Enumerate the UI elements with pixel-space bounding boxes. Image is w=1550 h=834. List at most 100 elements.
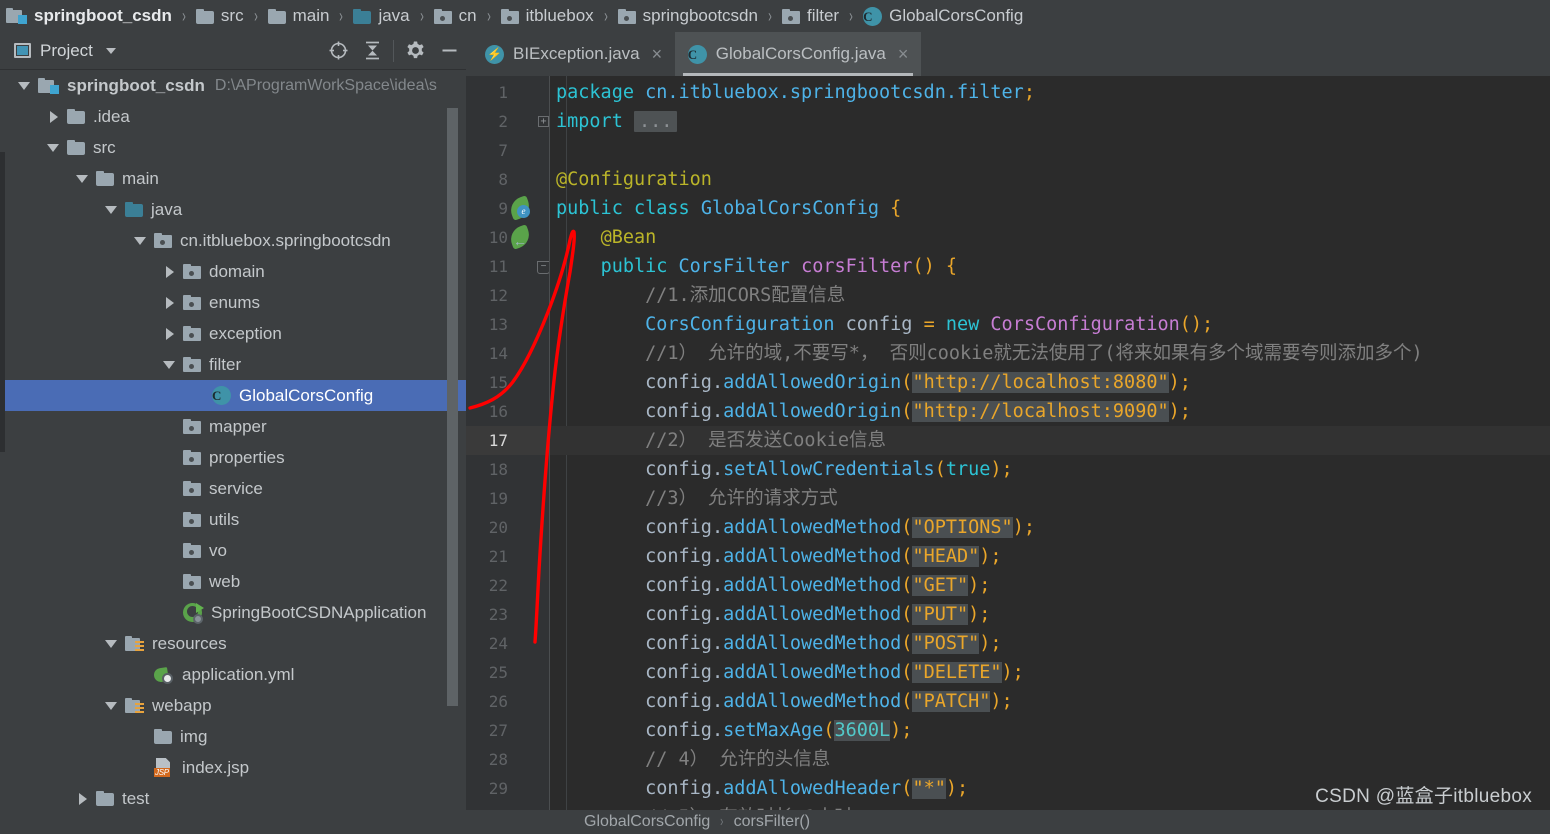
breadcrumb-item-main[interactable]: main xyxy=(267,0,329,32)
chevron-right-icon[interactable] xyxy=(47,110,60,123)
tree-item-cn-itbluebox-springbootcsdn[interactable]: cn.itbluebox.springbootcsdn xyxy=(0,225,466,256)
line-number: 17 xyxy=(488,431,508,450)
tree-item-icon xyxy=(154,666,174,684)
package-icon xyxy=(781,8,800,24)
tree-item-web[interactable]: web xyxy=(0,566,466,597)
breadcrumb-item-src[interactable]: src xyxy=(195,0,244,32)
tree-item-label: utils xyxy=(209,509,240,529)
tree-item-domain[interactable]: domain xyxy=(0,256,466,287)
tree-item-img[interactable]: img xyxy=(0,721,466,752)
tree-item-icon: C xyxy=(212,386,231,405)
chevron-down-icon[interactable] xyxy=(105,699,118,712)
chevron-right-icon[interactable] xyxy=(76,792,89,805)
tree-item-properties[interactable]: properties xyxy=(0,442,466,473)
tree-item-java[interactable]: java xyxy=(0,194,466,225)
breadcrumb-item-filter[interactable]: filter xyxy=(781,0,839,32)
status-breadcrumb-item[interactable]: GlobalCorsConfig xyxy=(584,813,710,831)
line-number: 10 xyxy=(488,228,508,247)
fold-expand-icon[interactable]: + xyxy=(538,116,549,127)
project-tree-scrollbar[interactable] xyxy=(447,108,458,706)
tree-item-globalcorsconfig[interactable]: C GlobalCorsConfig xyxy=(0,380,466,411)
tree-item-utils[interactable]: utils xyxy=(0,504,466,535)
breadcrumb-item-cn[interactable]: cn xyxy=(433,0,477,32)
breadcrumb-item-java[interactable]: java xyxy=(353,0,410,32)
chevron-down-icon[interactable] xyxy=(163,358,176,371)
tree-item-springbootcsdnapplication[interactable]: SpringBootCSDNApplication xyxy=(0,597,466,628)
tree-item-label: test xyxy=(122,788,150,808)
chevron-right-icon[interactable] xyxy=(163,296,176,309)
package-icon xyxy=(183,574,201,589)
tree-item-index-jsp[interactable]: JSP index.jsp xyxy=(0,752,466,783)
tree-item-label: service xyxy=(209,478,263,498)
tree-item-application-yml[interactable]: application.yml xyxy=(0,659,466,690)
close-icon[interactable]: × xyxy=(652,45,663,63)
source-folder-icon xyxy=(125,202,143,217)
chevron-right-icon[interactable] xyxy=(163,327,176,340)
tree-item-test[interactable]: test xyxy=(0,783,466,814)
editor-gutter[interactable]: 1 2 7 8 9 10 11 12 13 14 15 16 17 18 19 20 21 22 23 24 25 26 2… xyxy=(466,76,550,834)
tree-item-filter[interactable]: filter xyxy=(0,349,466,380)
editor-status-breadcrumb[interactable]: GlobalCorsConfig › corsFilter() xyxy=(466,810,1550,834)
tree-item-exception[interactable]: exception xyxy=(0,318,466,349)
line-number: 15 xyxy=(488,373,508,392)
tree-item-label: resources xyxy=(152,633,227,653)
tree-item-webapp[interactable]: webapp xyxy=(0,690,466,721)
line-number: 20 xyxy=(488,518,508,537)
package-icon xyxy=(183,543,201,558)
code-editor[interactable]: 1 2 7 8 9 10 11 12 13 14 15 16 17 18 19 20 21 22 23 24 25 26 2… xyxy=(466,76,1550,834)
tree-item-label: web xyxy=(209,571,241,591)
folder-icon xyxy=(67,140,85,155)
tab-globalcorsconfig[interactable]: C GlobalCorsConfig.java × xyxy=(674,32,922,76)
tree-item-mapper[interactable]: mapper xyxy=(0,411,466,442)
breadcrumb-item-springbootcsdn[interactable]: springbootcsdn xyxy=(617,0,758,32)
chevron-down-icon[interactable] xyxy=(18,79,31,92)
chevron-right-icon[interactable] xyxy=(163,265,176,278)
close-icon[interactable]: × xyxy=(898,45,909,63)
line-number: 7 xyxy=(498,141,508,160)
tree-item-src[interactable]: src xyxy=(0,132,466,163)
breadcrumb-item-springboot-csdn[interactable]: springboot_csdn xyxy=(6,0,172,32)
code-line: config.setMaxAge(3600L); xyxy=(645,720,913,741)
chevron-down-icon[interactable] xyxy=(105,637,118,650)
crosshair-icon xyxy=(329,41,347,60)
status-breadcrumb-item[interactable]: corsFilter() xyxy=(734,813,810,831)
chevron-down-icon[interactable] xyxy=(105,47,116,54)
folder-icon xyxy=(96,791,114,806)
breadcrumb-separator: › xyxy=(849,6,853,26)
hide-panel-button[interactable] xyxy=(432,32,466,70)
spring-bean-gutter-icon[interactable]: e xyxy=(507,195,533,221)
breadcrumb-item-label: GlobalCorsConfig xyxy=(889,6,1024,25)
tree-item-label: java xyxy=(151,199,183,219)
tab-biexception[interactable]: BIException.java × xyxy=(472,32,675,76)
code-line: // 4） 允许的头信息 xyxy=(645,749,831,770)
code-line: config.addAllowedMethod("PUT"); xyxy=(645,604,991,625)
breadcrumb-item-globalcorsconfig[interactable]: C GlobalCorsConfig xyxy=(863,0,1023,32)
tree-item-icon xyxy=(183,264,201,279)
tree-item-springboot-csdn[interactable]: springboot_csdn D:\AProgramWorkSpace\idea… xyxy=(0,70,466,101)
chevron-down-icon[interactable] xyxy=(105,203,118,216)
breadcrumb-item-itbluebox[interactable]: itbluebox xyxy=(500,0,594,32)
spring-bean-navigate-gutter-icon[interactable]: ← xyxy=(507,224,533,250)
collapse-all-button[interactable] xyxy=(355,32,389,70)
tree-item-resources[interactable]: resources xyxy=(0,628,466,659)
tree-item-main[interactable]: main xyxy=(0,163,466,194)
chevron-down-icon[interactable] xyxy=(134,234,147,247)
locate-button[interactable] xyxy=(321,32,355,70)
settings-button[interactable] xyxy=(398,32,432,70)
tree-item-label: application.yml xyxy=(182,664,295,684)
tree-item-service[interactable]: service xyxy=(0,473,466,504)
tree-item-enums[interactable]: enums xyxy=(0,287,466,318)
project-panel-title: Project xyxy=(40,40,93,60)
chevron-down-icon[interactable] xyxy=(47,141,60,154)
project-tree[interactable]: springboot_csdn D:\AProgramWorkSpace\idea… xyxy=(0,70,466,834)
chevron-down-icon[interactable] xyxy=(76,172,89,185)
tree-item-icon xyxy=(183,295,201,310)
breadcrumb-item-label: src xyxy=(220,6,244,25)
gear-icon xyxy=(406,41,424,59)
tree-item--idea[interactable]: .idea xyxy=(0,101,466,132)
tree-item-icon xyxy=(183,543,201,558)
folder-icon xyxy=(96,171,114,186)
tree-item-label: img xyxy=(180,726,208,746)
tree-item-vo[interactable]: vo xyxy=(0,535,466,566)
